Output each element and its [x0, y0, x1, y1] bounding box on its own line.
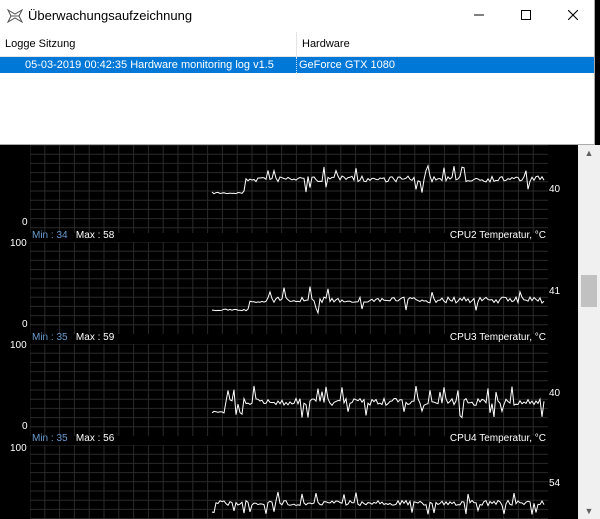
graph-minmax: Min : 35 Max : 59	[32, 332, 114, 343]
scroll-thumb[interactable]	[581, 275, 597, 307]
graph-panel-cpu4: Min : 35 Max : 56 CPU4 Temperatur, °C 10…	[0, 431, 578, 519]
graph-trace	[211, 491, 545, 515]
graph-minmax: Min : 34 Max : 58	[32, 230, 114, 241]
graph-min-text: Min : 35	[32, 332, 68, 343]
graph-ymin-label: 0	[22, 319, 28, 330]
scroll-up-arrow-icon[interactable]: ▲	[578, 145, 600, 161]
row-hardware-cell[interactable]: GeForce GTX 1080	[296, 57, 594, 73]
graph-title: CPU3 Temperatur, °C	[449, 332, 546, 343]
graph-trace	[211, 286, 545, 315]
close-button[interactable]	[550, 0, 596, 31]
graph-max-text: Max : 58	[75, 230, 115, 241]
graph-trace	[211, 385, 545, 419]
title-bar[interactable]: Überwachungsaufzeichnung	[0, 0, 594, 31]
minimize-icon	[474, 14, 484, 16]
graph-current-value: 54	[549, 478, 561, 489]
column-header-hardware[interactable]: Hardware	[302, 32, 350, 56]
graph-title: CPU2 Temperatur, °C	[449, 230, 546, 241]
session-list[interactable]: Logge Sitzung Hardware 05-03-2019 00:42:…	[0, 32, 594, 144]
vertical-scrollbar[interactable]: ▲ ▼	[578, 145, 600, 519]
graph-plot-cpu2	[30, 242, 548, 334]
monitor-app-icon	[7, 9, 23, 23]
graph-ymin-label: 0	[22, 217, 28, 228]
graph-trace	[211, 163, 545, 195]
graph-panel-1: 0 40	[0, 145, 578, 233]
graph-current-value: 40	[549, 388, 561, 399]
graph-minmax: Min : 35 Max : 56	[32, 433, 114, 444]
close-icon	[567, 9, 579, 21]
graph-min-text: Min : 34	[32, 230, 68, 241]
graph-ymax-label: 100	[10, 238, 27, 249]
window-title: Überwachungsaufzeichnung	[28, 8, 193, 23]
graph-plot-cpu4	[30, 445, 548, 519]
graph-title: CPU4 Temperatur, °C	[449, 433, 546, 444]
row-session-cell[interactable]: 05-03-2019 00:42:35 Hardware monitoring …	[0, 57, 296, 73]
column-header-session[interactable]: Logge Sitzung	[5, 32, 75, 56]
minimize-button[interactable]	[456, 0, 502, 31]
graph-current-value: 40	[549, 184, 561, 195]
graph-max-text: Max : 56	[75, 433, 115, 444]
graph-panel-cpu3: Min : 35 Max : 59 CPU3 Temperatur, °C 10…	[0, 330, 578, 436]
column-divider[interactable]	[296, 32, 297, 56]
graph-min-text: Min : 35	[32, 433, 68, 444]
maximize-icon	[521, 10, 531, 20]
graph-ymax-label: 100	[10, 443, 27, 454]
list-header: Logge Sitzung Hardware	[0, 32, 594, 57]
list-item-selected[interactable]: 05-03-2019 00:42:35 Hardware monitoring …	[0, 57, 594, 73]
graph-max-text: Max : 59	[75, 332, 115, 343]
graph-plot-1	[30, 145, 548, 233]
graph-plot-cpu3	[30, 344, 548, 436]
graph-ymax-label: 100	[10, 340, 27, 351]
scroll-down-arrow-icon[interactable]: ▼	[578, 503, 600, 519]
monitoring-log-dialog: Überwachungsaufzeichnung Logge Sitzung H…	[0, 0, 595, 145]
graph-current-value: 41	[549, 286, 561, 297]
graph-panel-cpu2: Min : 34 Max : 58 CPU2 Temperatur, °C 10…	[0, 228, 578, 334]
maximize-button[interactable]	[503, 0, 549, 31]
